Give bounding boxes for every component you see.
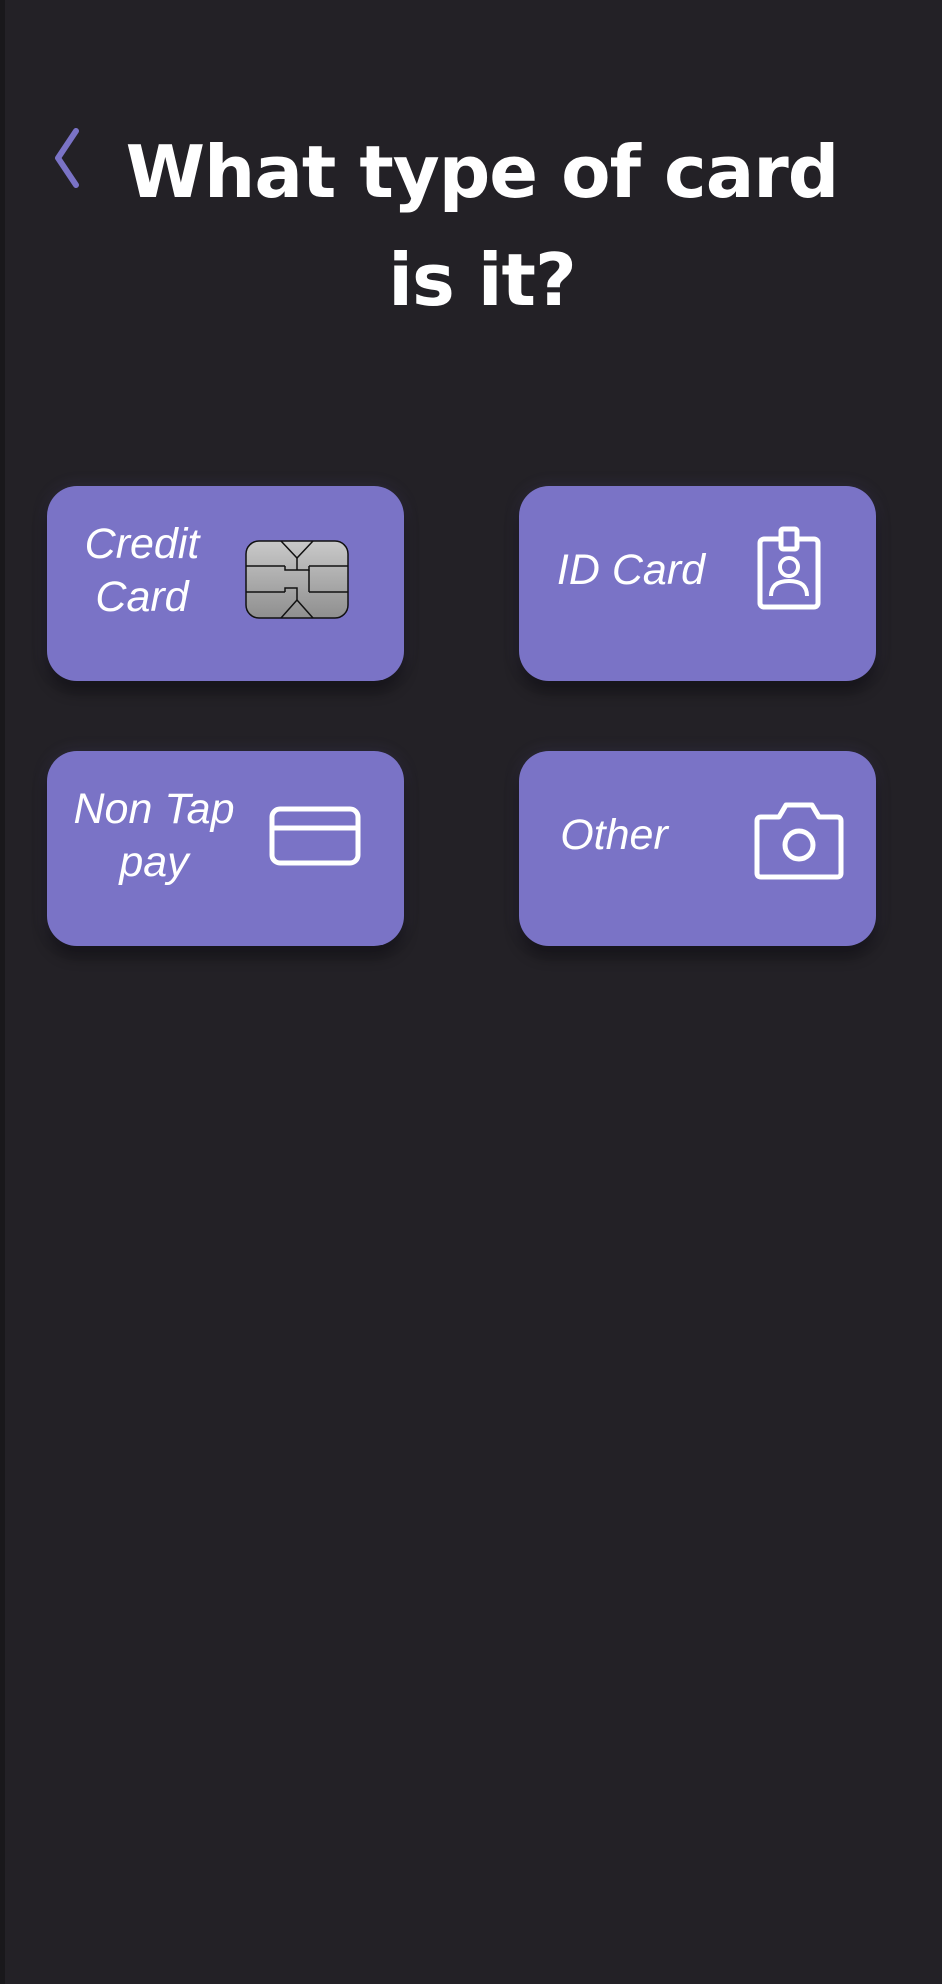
other-label: Other bbox=[560, 811, 668, 859]
chip-icon bbox=[245, 540, 349, 619]
non-tap-pay-label-line1: Non Tap bbox=[73, 785, 235, 833]
camera-icon bbox=[754, 802, 844, 880]
chevron-left-icon bbox=[55, 128, 79, 188]
non-tap-pay-label-line2: pay bbox=[119, 838, 189, 886]
id-card-label: ID Card bbox=[556, 546, 706, 594]
id-card-option-button[interactable]: ID Card bbox=[519, 486, 876, 681]
back-button[interactable] bbox=[42, 122, 92, 194]
credit-card-option-button[interactable]: Credit Card bbox=[47, 486, 404, 681]
other-option-button[interactable]: Other bbox=[519, 751, 876, 946]
non-tap-pay-option-button[interactable]: Non Tap pay bbox=[47, 751, 404, 946]
id-badge-icon bbox=[757, 526, 821, 610]
credit-card-label-line2: Card bbox=[95, 573, 189, 621]
credit-card-icon bbox=[269, 806, 361, 866]
credit-card-label-line1: Credit bbox=[84, 520, 200, 568]
non-tap-pay-label: Non Tap pay bbox=[69, 783, 239, 889]
card-type-screen: What type of card is it? Credit Card ID … bbox=[5, 0, 942, 1984]
page-title: What type of card is it? bbox=[125, 130, 840, 322]
credit-card-label: Credit Card bbox=[67, 518, 217, 624]
